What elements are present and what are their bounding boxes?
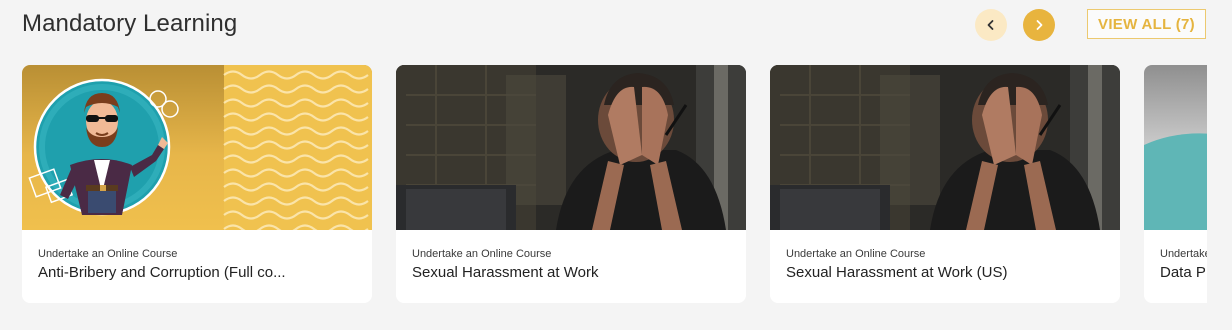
- course-thumbnail: [22, 65, 372, 230]
- course-card[interactable]: Undertake an Online Course Anti-Bribery …: [22, 65, 372, 303]
- course-type-label: Undertake an Online Course: [38, 248, 178, 260]
- chevron-right-icon: [1036, 20, 1043, 30]
- course-type-label: Undertake an Online Course: [412, 248, 552, 260]
- carousel-next-button[interactable]: [1023, 9, 1055, 41]
- course-carousel: Undertake an Online Course Anti-Bribery …: [0, 65, 1207, 310]
- course-card[interactable]: Undertake Data P: [1144, 65, 1207, 303]
- chevron-left-icon: [987, 20, 994, 30]
- course-type-label: Undertake an Online Course: [786, 248, 926, 260]
- view-all-button[interactable]: VIEW ALL (7): [1087, 9, 1206, 39]
- course-thumbnail: [1144, 65, 1207, 230]
- course-title: Data P: [1160, 264, 1206, 281]
- course-title: Sexual Harassment at Work: [412, 264, 599, 281]
- course-card[interactable]: Undertake an Online Course Sexual Harass…: [770, 65, 1120, 303]
- carousel-prev-button[interactable]: [975, 9, 1007, 41]
- section-title: Mandatory Learning: [22, 10, 238, 37]
- mandatory-learning-section: Mandatory Learning VIEW ALL (7) Undertak…: [0, 0, 1232, 330]
- course-title: Sexual Harassment at Work (US): [786, 264, 1008, 281]
- course-card[interactable]: Undertake an Online Course Sexual Harass…: [396, 65, 746, 303]
- course-title: Anti-Bribery and Corruption (Full co...: [38, 264, 286, 281]
- course-type-label: Undertake: [1160, 248, 1207, 260]
- course-thumbnail: [770, 65, 1120, 230]
- course-thumbnail: [396, 65, 746, 230]
